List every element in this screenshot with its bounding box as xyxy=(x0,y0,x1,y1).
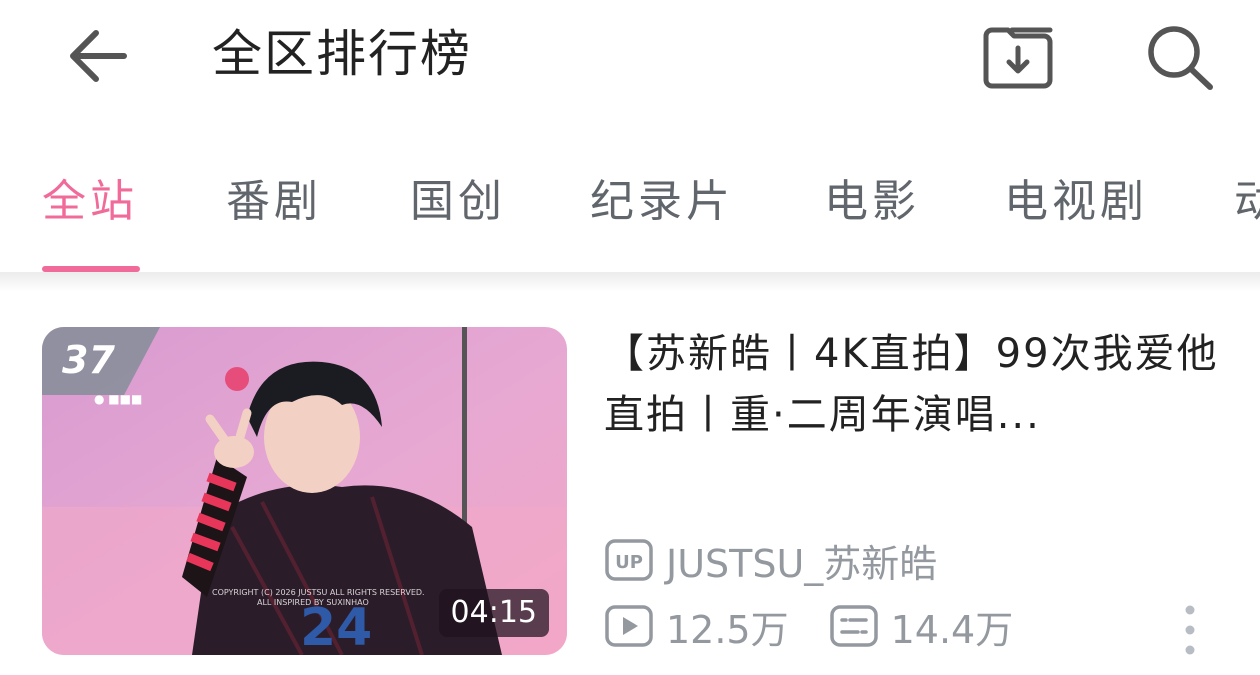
video-title[interactable]: 【苏新皓丨4K直拍】99次我爱他 直拍丨重·二周年演唱... xyxy=(604,324,1220,446)
video-thumbnail[interactable]: 24 COPYRIGHT (C) 2026 JUSTSU ALL RIGHTS … xyxy=(42,327,567,655)
more-dots-icon xyxy=(1185,605,1195,655)
page-title: 全区排行榜 xyxy=(212,25,472,83)
svg-text:UP: UP xyxy=(615,552,643,573)
play-count-icon xyxy=(605,605,653,647)
view-count-value: 12.5万 xyxy=(666,607,789,652)
svg-text:ALL INSPIRED BY SUXINHAO: ALL INSPIRED BY SUXINHAO xyxy=(257,598,369,607)
tab-guochuang[interactable]: 国创 xyxy=(410,174,506,230)
video-stats: 12.5万 14.4万 xyxy=(604,602,1053,652)
tab-movie[interactable]: 电影 xyxy=(824,174,920,230)
ranking-video-item[interactable]: 24 COPYRIGHT (C) 2026 JUSTSU ALL RIGHTS … xyxy=(0,300,1260,675)
download-folder-icon xyxy=(983,27,1053,89)
tab-anime[interactable]: 番剧 xyxy=(226,174,322,230)
search-icon xyxy=(1148,26,1213,90)
svg-text:COPYRIGHT (C) 2026 JUSTSU ALL: COPYRIGHT (C) 2026 JUSTSU ALL RIGHTS RES… xyxy=(212,588,425,597)
up-badge-icon: UP xyxy=(605,539,653,581)
uploader-info[interactable]: UP JUSTSU_苏新皓 xyxy=(604,536,937,586)
view-count: 12.5万 xyxy=(604,599,789,654)
danmaku-count-value: 14.4万 xyxy=(890,607,1014,652)
tabs-divider xyxy=(0,272,1260,292)
download-button[interactable] xyxy=(978,22,1058,90)
tab-animation[interactable]: 动 xyxy=(1234,174,1260,230)
tab-all[interactable]: 全站 xyxy=(42,174,138,230)
uploader-name: JUSTSU_苏新皓 xyxy=(666,541,938,586)
more-options-button[interactable] xyxy=(1170,600,1210,660)
tab-documentary[interactable]: 纪录片 xyxy=(590,174,734,230)
category-tabs: 全站 番剧 国创 纪录片 电影 电视剧 动 xyxy=(0,150,1260,272)
arrow-left-icon xyxy=(70,30,127,82)
video-duration: 04:15 xyxy=(438,589,549,637)
back-button[interactable] xyxy=(64,24,132,88)
danmaku-icon xyxy=(829,605,878,647)
search-button[interactable] xyxy=(1142,20,1218,92)
danmaku-count: 14.4万 xyxy=(829,599,1014,654)
rank-number: 37 xyxy=(62,338,115,382)
tab-tv-series[interactable]: 电视剧 xyxy=(1004,174,1148,230)
top-bar: 全区排行榜 xyxy=(0,0,1260,112)
